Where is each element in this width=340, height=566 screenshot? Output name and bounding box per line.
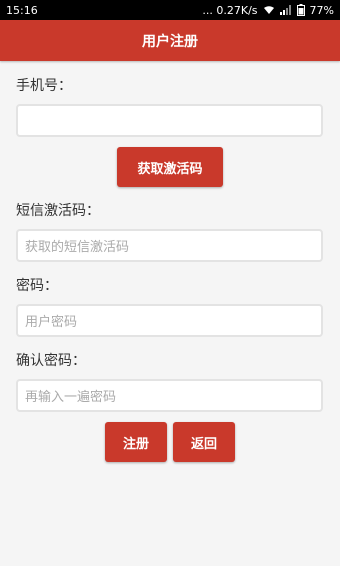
back-button[interactable]: 返回 [173, 422, 235, 462]
wifi-icon [263, 5, 275, 15]
confirm-password-input[interactable]: 再输入一遍密码 [16, 379, 323, 412]
action-buttons: 注册 返回 [16, 422, 324, 462]
sms-code-input[interactable]: 获取的短信激活码 [16, 229, 323, 262]
get-code-button[interactable]: 获取激活码 [117, 147, 223, 187]
phone-label: 手机号： [16, 78, 72, 94]
confirm-password-label: 确认密码： [16, 353, 86, 369]
battery-percent: 77% [309, 3, 334, 17]
password-input[interactable]: 用户密码 [16, 304, 323, 337]
phone-input[interactable] [16, 104, 323, 137]
password-label: 密码： [16, 278, 58, 294]
status-time: 15:16 [6, 3, 38, 17]
signal-icon [279, 5, 292, 15]
register-form: 手机号： 获取激活码 短信激活码： 获取的短信激活码 密码： 用户密码 确认密码… [0, 76, 340, 462]
page-title: 用户注册 [142, 33, 198, 50]
status-bar: 15:16 ... 0.27K/s 77% [0, 0, 340, 20]
battery-icon [296, 4, 305, 16]
status-indicators: ... 0.27K/s 77% [202, 4, 334, 17]
network-speed: ... 0.27K/s [202, 3, 258, 17]
register-button[interactable]: 注册 [105, 422, 167, 462]
app-header: 用户注册 [0, 20, 340, 61]
sms-code-label: 短信激活码： [16, 203, 100, 219]
